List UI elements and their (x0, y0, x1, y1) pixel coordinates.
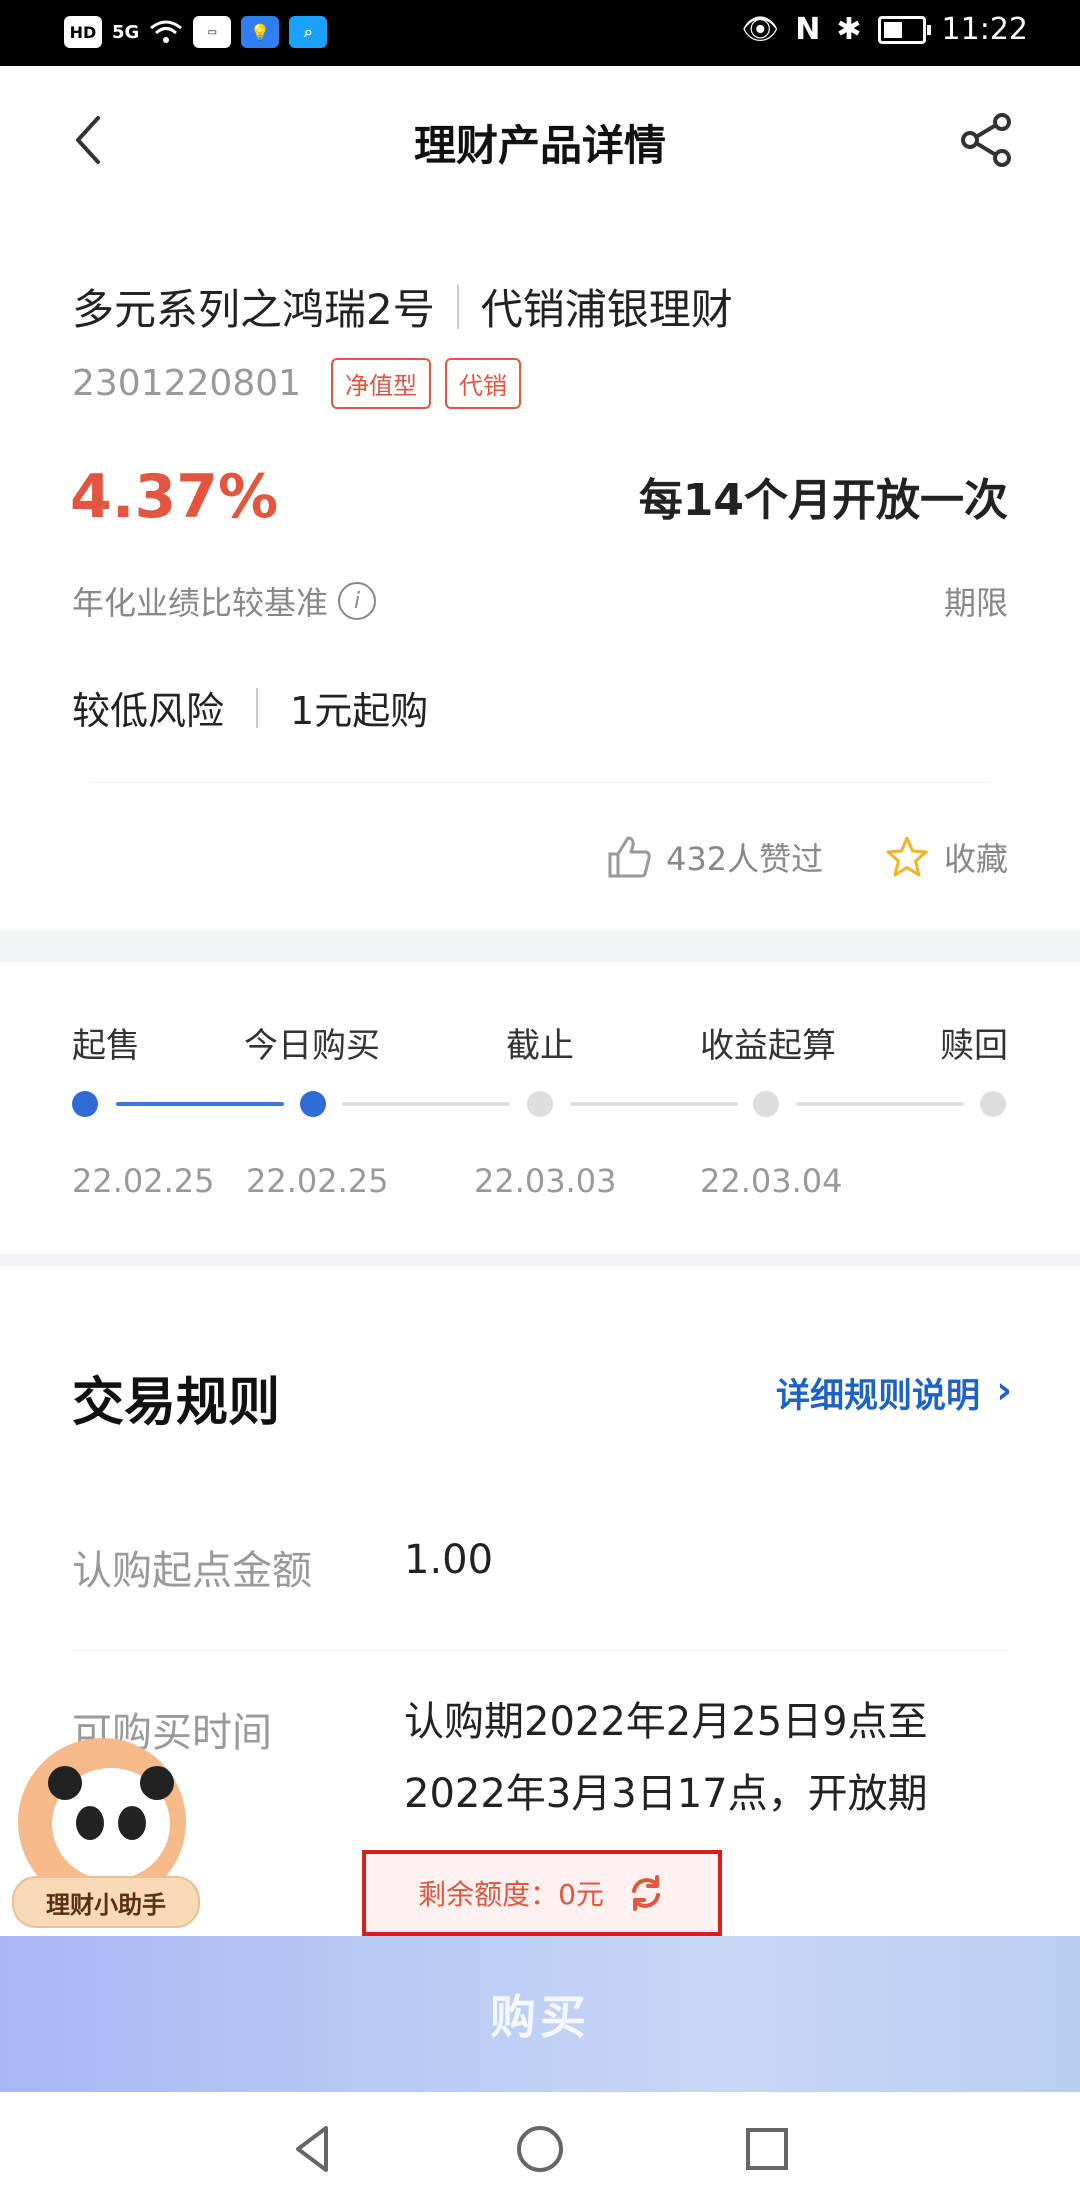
step-date-today: 22.02.25 (246, 1162, 389, 1200)
rules-title: 交易规则 (72, 1373, 281, 1433)
bluetooth-icon: ✱ (836, 12, 862, 47)
status-right-icons: 👁 N ✱ 11:22 (741, 12, 1028, 47)
remaining-quota: 剩余额度：0元 (362, 1850, 722, 1936)
favorite-label: 收藏 (943, 840, 1008, 878)
tag-agency: 代销 (445, 358, 522, 409)
step-label-redeem: 赎回 (940, 1026, 1008, 1066)
assistant-button[interactable]: 理财小助手 (8, 1738, 200, 1928)
min-purchase: 1元起购 (290, 689, 429, 733)
rate-label: 年化业绩比较基准 i (72, 578, 377, 624)
search-app-icon: ⌕ (289, 16, 328, 48)
star-icon (886, 836, 928, 877)
status-bar: HD 5G ▭ 💡 ⌕ 👁 N ✱ 11:22 (0, 0, 1080, 66)
period-label: 期限 (943, 584, 1008, 622)
rules-divider (72, 1650, 1008, 1651)
signal-5g-icon: 5G (112, 21, 140, 43)
min-amount-value: 1.00 (404, 1537, 494, 1583)
step-date-deadline: 22.03.03 (474, 1162, 617, 1200)
risk-row: 较低风险 1元起购 (72, 680, 428, 735)
bulb-app-icon: 💡 (241, 16, 280, 48)
share-button[interactable] (956, 110, 1016, 170)
risk-level: 较低风险 (72, 689, 225, 733)
timeline-line-4 (796, 1102, 964, 1106)
name-divider (456, 284, 459, 329)
purchase-time-value: 认购期2022年2月25日9点至2022年3月3日17点，开放期 (404, 1699, 928, 1817)
product-name-row: 多元系列之鸿瑞2号 代销浦银理财 (72, 276, 733, 337)
timeline-dot-2 (300, 1091, 326, 1117)
product-issuer: 代销浦银理财 (480, 285, 733, 334)
step-label-today: 今日购买 (244, 1026, 380, 1066)
panda-icon (48, 1766, 174, 1880)
panda-ear (48, 1766, 82, 1800)
timeline-line-3 (570, 1102, 738, 1106)
timeline-dot-1 (72, 1091, 98, 1117)
step-label-accrual: 收益起算 (700, 1026, 836, 1066)
annual-rate: 4.37% (70, 462, 279, 532)
buy-label: 购买 (490, 1990, 590, 2044)
battery-icon (877, 15, 931, 44)
step-date-accrual: 22.03.04 (700, 1162, 843, 1200)
timeline-line-2 (342, 1102, 510, 1106)
product-code-row: 2301220801 净值型 代销 (72, 358, 522, 409)
buy-button[interactable]: 购买 (0, 1936, 1080, 2092)
nav-back-icon[interactable] (286, 2122, 340, 2176)
step-label-deadline: 截止 (506, 1026, 574, 1066)
risk-divider (256, 687, 259, 728)
page-title: 理财产品详情 (413, 121, 666, 170)
timeline-card: 起售 今日购买 截止 收益起算 赎回 22.02.25 22.02.25 22.… (0, 962, 1080, 1254)
assistant-label: 理财小助手 (12, 1876, 200, 1928)
product-code: 2301220801 (72, 363, 302, 404)
thumbs-up-icon (608, 836, 651, 878)
nav-recents-icon[interactable] (740, 2122, 794, 2176)
wifi-icon (150, 20, 183, 43)
panda-ear (140, 1766, 174, 1800)
open-period: 每14个月开放一次 (638, 475, 1008, 526)
like-count: 432人赞过 (666, 840, 824, 878)
remaining-quota-text: 剩余额度：0元 (418, 1878, 604, 1911)
system-nav-bar (0, 2092, 1080, 2204)
app-notification-icon: ▭ (193, 16, 232, 48)
nfc-icon: N (795, 12, 821, 47)
panda-eye (118, 1806, 146, 1840)
product-name: 多元系列之鸿瑞2号 (72, 285, 435, 334)
chevron-right-icon[interactable]: › (996, 1368, 1012, 1412)
timeline-dot-5 (980, 1091, 1006, 1117)
timeline-dot-3 (527, 1091, 553, 1117)
timeline-dot-4 (753, 1091, 779, 1117)
share-icon (961, 113, 1011, 167)
rate-label-text: 年化业绩比较基准 (72, 584, 329, 622)
tag-net-value: 净值型 (331, 358, 432, 409)
product-card: 多元系列之鸿瑞2号 代销浦银理财 2301220801 净值型 代销 4.37%… (0, 222, 1080, 930)
timeline-line-1 (116, 1102, 284, 1106)
step-label-start: 起售 (72, 1026, 140, 1066)
app-header: 理财产品详情 (0, 66, 1080, 223)
step-date-start: 22.02.25 (72, 1162, 215, 1200)
eye-icon: 👁 (741, 12, 780, 47)
card-divider (90, 782, 990, 783)
clock: 11:22 (941, 12, 1028, 47)
like-button[interactable]: 432人赞过 (606, 834, 823, 880)
favorite-button[interactable]: 收藏 (884, 834, 1008, 880)
info-icon[interactable]: i (338, 582, 377, 620)
rules-detail-link[interactable]: 详细规则说明 (776, 1368, 980, 1417)
hd-icon: HD (64, 16, 102, 48)
min-amount-label: 认购起点金额 (72, 1548, 312, 1594)
refresh-icon[interactable] (626, 1873, 666, 1913)
panda-eye (76, 1806, 104, 1840)
status-left-icons: HD 5G ▭ 💡 ⌕ (64, 16, 328, 48)
nav-home-icon[interactable] (513, 2122, 567, 2176)
